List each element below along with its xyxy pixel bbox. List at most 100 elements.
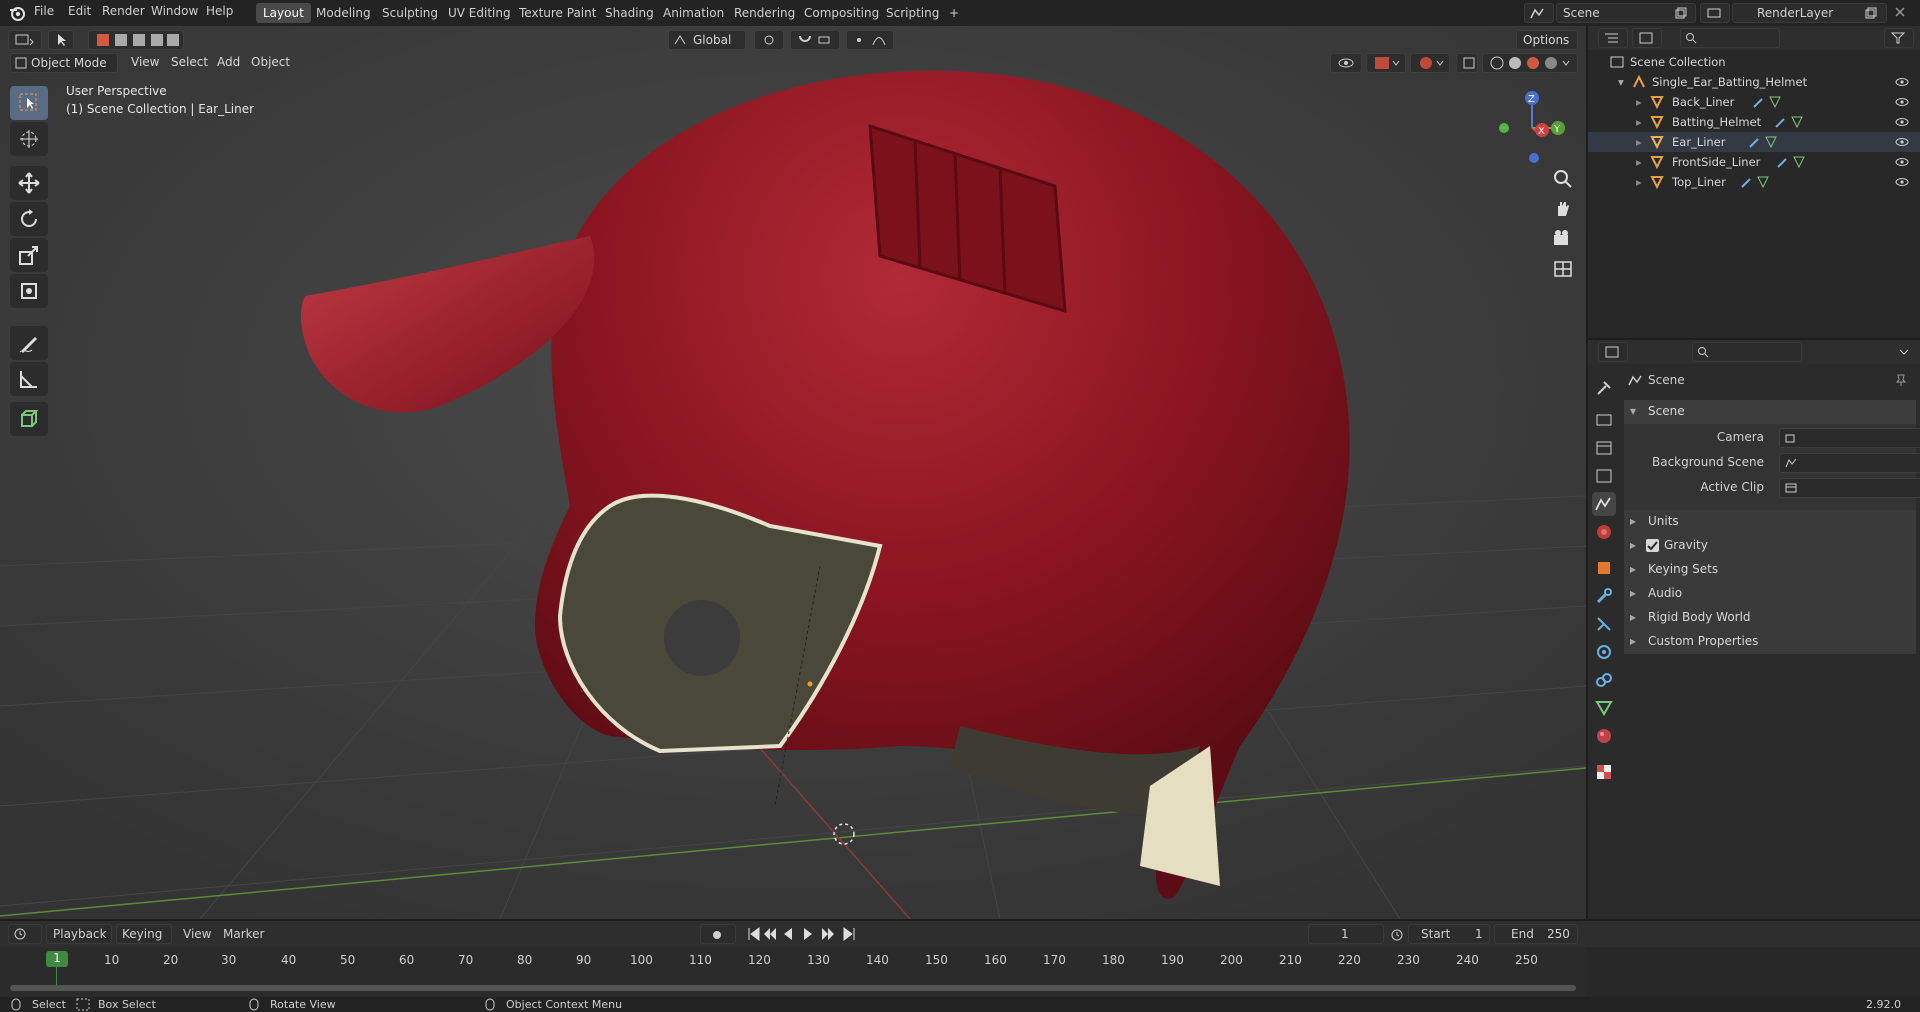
tab-uv-editing[interactable]: UV Editing (441, 3, 518, 23)
tab-modifiers[interactable] (1592, 584, 1616, 608)
transform-orientation-dropdown[interactable]: Global (668, 30, 746, 50)
tool-select-box[interactable] (10, 86, 48, 120)
current-frame-field[interactable]: 1 (1308, 924, 1384, 944)
tool-scale[interactable] (10, 238, 48, 272)
properties-search-input[interactable] (1692, 342, 1802, 362)
tab-world[interactable] (1592, 520, 1616, 544)
tool-cursor[interactable] (10, 122, 48, 156)
tab-tool[interactable] (1592, 376, 1616, 400)
background-scene-field[interactable] (1779, 453, 1920, 473)
rigid-body-world-panel-header[interactable]: ▸ Rigid Body World (1624, 606, 1916, 630)
tab-rendering[interactable]: Rendering (727, 3, 802, 23)
tab-animation[interactable]: Animation (656, 3, 731, 23)
playback-dropdown[interactable]: Playback (46, 924, 112, 944)
tab-material[interactable] (1592, 724, 1616, 748)
outliner-row-child[interactable]: ▸ FrontSide_Liner (1588, 152, 1920, 172)
tab-constraints[interactable] (1592, 668, 1616, 692)
camera-field[interactable] (1779, 428, 1920, 448)
select-tool-mode-button[interactable] (48, 30, 74, 50)
3d-viewport[interactable]: Global Options Object Mode View Select A… (0, 26, 1586, 919)
gizmo-neg-z[interactable] (1529, 153, 1539, 163)
timeline-menu-marker[interactable]: Marker (223, 927, 264, 941)
timeline-ruler[interactable]: 1 10 20 30 40 50 60 70 80 90 100 110 120… (0, 947, 1586, 997)
tab-output[interactable] (1592, 436, 1616, 460)
scene-browse-button[interactable] (1524, 3, 1554, 23)
selection-mode-group[interactable] (88, 30, 184, 50)
tab-texture-paint[interactable]: Texture Paint (512, 3, 603, 23)
outliner-search-input[interactable] (1680, 28, 1780, 48)
tool-measure[interactable] (10, 362, 48, 396)
custom-properties-panel-header[interactable]: ▸ Custom Properties (1624, 630, 1916, 654)
tool-add-cube[interactable] (10, 402, 48, 436)
menu-window[interactable]: Window (151, 4, 198, 18)
tab-object[interactable] (1592, 556, 1616, 580)
viewport-scene[interactable] (0, 26, 1586, 919)
display-mode-dropdown[interactable] (1632, 28, 1662, 48)
units-panel-header[interactable]: ▸ Units (1624, 510, 1916, 534)
copy-icon[interactable] (1865, 7, 1877, 19)
expand-triangle-icon[interactable]: ▸ (1636, 155, 1642, 169)
tool-move[interactable] (10, 166, 48, 200)
expand-triangle-icon[interactable]: ▸ (1636, 95, 1642, 109)
pan-button[interactable] (1550, 196, 1576, 222)
viewport-menu-select[interactable]: Select (171, 55, 208, 69)
tab-texture[interactable] (1592, 760, 1616, 784)
viewport-menu-object[interactable]: Object (251, 55, 290, 69)
mode-dropdown[interactable]: Object Mode (10, 53, 118, 73)
pin-icon[interactable] (1894, 373, 1908, 387)
timeline-editor-type[interactable] (8, 924, 42, 944)
outliner-row-scene-collection[interactable]: Scene Collection (1588, 52, 1920, 72)
end-frame-field[interactable]: End 250 (1494, 924, 1578, 944)
tab-layout[interactable]: Layout (256, 3, 311, 23)
tool-transform[interactable] (10, 274, 48, 308)
record-button[interactable] (700, 924, 736, 944)
outliner-row-child[interactable]: ▸ Batting_Helmet (1588, 112, 1920, 132)
xray-toggle-button[interactable] (1456, 53, 1478, 73)
gizmo-toggle-button[interactable] (1366, 53, 1406, 73)
outliner-editor-type[interactable] (1598, 28, 1628, 48)
tab-particles[interactable] (1592, 612, 1616, 636)
playhead[interactable]: 1 (46, 951, 68, 967)
tab-compositing[interactable]: Compositing (797, 3, 886, 23)
viewport-menu-add[interactable]: Add (217, 55, 240, 69)
perspective-toggle-button[interactable] (1550, 256, 1576, 282)
tab-modeling[interactable]: Modeling (309, 3, 378, 23)
menu-file[interactable]: File (34, 4, 54, 18)
gizmo-neg-y[interactable] (1499, 123, 1509, 133)
scene-panel-header[interactable]: ▾ Scene (1624, 400, 1916, 424)
collapse-triangle-icon[interactable]: ▾ (1618, 75, 1624, 89)
view-layer-browse-button[interactable] (1700, 3, 1730, 23)
viewport-menu-view[interactable]: View (131, 55, 159, 69)
copy-icon[interactable] (1675, 7, 1687, 19)
eye-icon[interactable] (1894, 116, 1910, 128)
outliner-row-child[interactable]: ▸ Back_Liner (1588, 92, 1920, 112)
options-button[interactable]: Options (1516, 30, 1578, 50)
chevron-down-icon[interactable] (1898, 346, 1910, 358)
eye-icon[interactable] (1894, 76, 1910, 88)
keying-dropdown[interactable]: Keying (116, 924, 172, 944)
tool-annotate[interactable] (10, 326, 48, 360)
outliner-row-child[interactable]: ▸ Top_Liner (1588, 172, 1920, 192)
proportional-edit-button[interactable] (846, 30, 894, 50)
add-workspace-button[interactable]: + (942, 3, 966, 23)
tab-scene[interactable] (1592, 492, 1616, 516)
outliner-row-child-active[interactable]: ▸ Ear_Liner (1588, 132, 1920, 152)
camera-view-button[interactable] (1550, 226, 1576, 252)
timeline-scrollbar[interactable] (10, 985, 1576, 991)
menu-help[interactable]: Help (206, 4, 233, 18)
overlays-toggle-button[interactable] (1410, 53, 1450, 73)
filter-button[interactable] (1884, 28, 1914, 48)
tab-scripting[interactable]: Scripting (879, 3, 946, 23)
eye-icon[interactable] (1894, 156, 1910, 168)
outliner-row-object[interactable]: ▾ Single_Ear_Batting_Helmet (1588, 72, 1920, 92)
blender-logo-icon[interactable] (8, 4, 26, 22)
expand-triangle-icon[interactable]: ▸ (1636, 135, 1642, 149)
menu-edit[interactable]: Edit (68, 4, 91, 18)
tab-view-layer[interactable] (1592, 464, 1616, 488)
tab-shading[interactable]: Shading (598, 3, 661, 23)
close-icon[interactable] (1894, 6, 1906, 18)
expand-triangle-icon[interactable]: ▸ (1636, 175, 1642, 189)
stopwatch-icon[interactable] (1390, 927, 1404, 941)
tool-rotate[interactable] (10, 202, 48, 236)
eye-icon[interactable] (1894, 96, 1910, 108)
